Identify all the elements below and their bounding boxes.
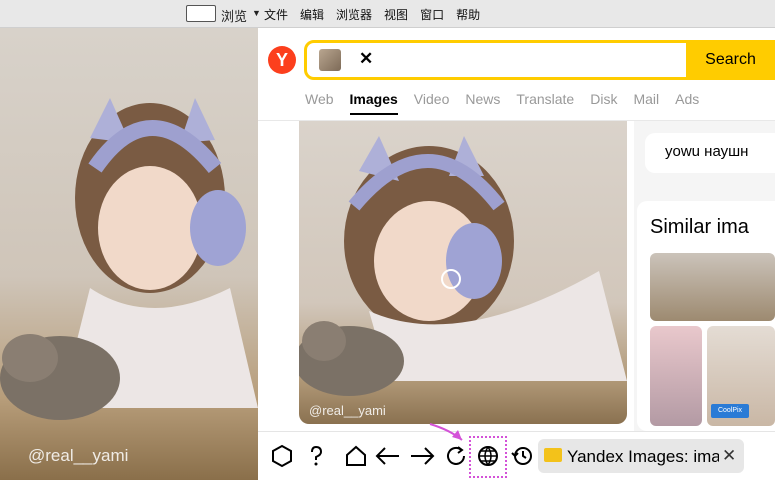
- similar-images-title: Similar ima: [650, 216, 749, 238]
- tab-images[interactable]: Images: [349, 91, 398, 115]
- tab-ads[interactable]: Ads: [675, 91, 699, 115]
- similar-thumbnail[interactable]: CoolPix: [707, 326, 775, 426]
- menu-file[interactable]: 文件: [264, 6, 288, 23]
- close-icon[interactable]: ✕: [722, 446, 736, 466]
- clear-image-icon[interactable]: ✕: [359, 49, 373, 69]
- tab-web[interactable]: Web: [305, 91, 334, 115]
- tab-translate[interactable]: Translate: [516, 91, 574, 115]
- menu-window[interactable]: 窗口: [420, 6, 444, 23]
- tab-news[interactable]: News: [465, 91, 500, 115]
- app-menus: 文件 编辑 浏览器 视图 窗口 帮助: [264, 6, 480, 23]
- bottom-toolbar: Yandex Images: ima ✕: [258, 431, 775, 480]
- browser-window: Y ✕ Search Web Images Video News Transla…: [258, 28, 775, 480]
- search-button[interactable]: Search: [686, 40, 775, 80]
- background-photo: @real__yami: [0, 28, 258, 480]
- similar-thumbnail[interactable]: [650, 253, 775, 321]
- tab-disk[interactable]: Disk: [590, 91, 617, 115]
- main-image[interactable]: @real__yami: [299, 121, 627, 424]
- search-image-thumbnail: [319, 49, 341, 71]
- menu-edit[interactable]: 编辑: [300, 6, 324, 23]
- watermark-text: @real__yami: [28, 446, 129, 465]
- tab-title: Yandex Images: ima: [567, 447, 719, 466]
- home-icon[interactable]: [342, 442, 370, 470]
- history-icon[interactable]: [508, 442, 536, 470]
- hexagon-icon[interactable]: [268, 442, 296, 470]
- cursor-circle: [441, 269, 461, 289]
- main-photo-illustration: [299, 136, 627, 396]
- coolpix-label: CoolPix: [711, 404, 749, 418]
- back-arrow-icon[interactable]: [374, 442, 402, 470]
- right-panel: yowu наушн Similar ima CoolPix: [634, 121, 775, 431]
- view-menu-label[interactable]: 浏览: [221, 6, 247, 25]
- menu-browser[interactable]: 浏览器: [336, 6, 372, 23]
- reload-icon[interactable]: [442, 442, 470, 470]
- chevron-down-icon[interactable]: ▼: [252, 8, 261, 18]
- similar-images-card: Similar ima CoolPix: [637, 201, 775, 431]
- view-toggle-button[interactable]: [186, 5, 216, 22]
- help-icon[interactable]: [302, 442, 330, 470]
- photo-illustration: [0, 98, 258, 420]
- image-icon: [544, 448, 562, 462]
- forward-arrow-icon[interactable]: [408, 442, 436, 470]
- similar-thumbnail[interactable]: [650, 326, 702, 426]
- menu-view[interactable]: 视图: [384, 6, 408, 23]
- tab-mail[interactable]: Mail: [633, 91, 659, 115]
- yandex-logo[interactable]: Y: [268, 46, 296, 74]
- service-tabs: Web Images Video News Translate Disk Mai…: [305, 91, 715, 115]
- menu-bar: 浏览 ▼ 文件 编辑 浏览器 视图 窗口 帮助: [0, 0, 775, 28]
- related-query-chip[interactable]: yowu наушн: [645, 133, 775, 173]
- tab-video[interactable]: Video: [414, 91, 450, 115]
- watermark-text: @real__yami: [309, 403, 386, 418]
- globe-icon[interactable]: [474, 442, 502, 470]
- browser-tab[interactable]: Yandex Images: ima ✕: [538, 439, 744, 473]
- menu-help[interactable]: 帮助: [456, 6, 480, 23]
